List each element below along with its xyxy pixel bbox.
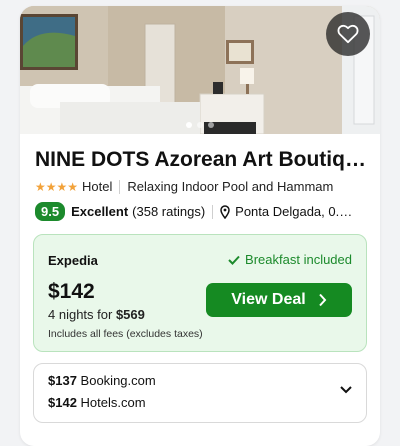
total-price: $569 — [115, 307, 145, 322]
heart-icon — [337, 24, 359, 44]
deal-price: $142 — [48, 280, 95, 303]
location-pin-icon — [220, 204, 230, 219]
hotel-type: Hotel — [82, 179, 113, 194]
nights-text: 4 nights for — [48, 307, 113, 322]
hotel-feature: Relaxing Indoor Pool and Hammam — [127, 179, 334, 194]
offer-provider: Booking.com — [80, 373, 156, 388]
view-deal-button[interactable]: View Deal — [206, 283, 352, 317]
offer-price: $137 — [48, 373, 77, 388]
hotel-name[interactable]: NINE DOTS Azorean Art Boutique Hotel — [35, 148, 370, 172]
chevron-right-icon — [318, 293, 327, 307]
rating-count: (358 ratings) — [132, 204, 206, 219]
deal-provider: Expedia — [48, 253, 98, 268]
hotel-meta: ★★★★ Hotel Relaxing Indoor Pool and Hamm… — [35, 179, 333, 194]
checkmark-icon — [228, 255, 240, 265]
room-image — [20, 6, 380, 134]
offer-provider: Hotels.com — [80, 395, 146, 410]
photo-pagination — [20, 122, 380, 128]
pagination-dot[interactable] — [186, 122, 192, 128]
offer-price: $142 — [48, 395, 77, 410]
perk-text: Breakfast included — [245, 252, 352, 267]
perk-badge: Breakfast included — [228, 252, 352, 267]
pagination-dot[interactable] — [208, 122, 214, 128]
divider — [212, 204, 214, 219]
offer-row[interactable]: $137 Booking.com — [48, 373, 156, 388]
nights-summary: 4 nights for $569 — [48, 307, 145, 322]
rating-row: 9.5 Excellent (358 ratings) Ponta Delgad… — [35, 202, 353, 221]
score-badge: 9.5 — [35, 202, 66, 221]
location: Ponta Delgada, 0.4 mi — [220, 204, 353, 219]
location-text: Ponta Delgada, 0.4 mi — [235, 204, 354, 219]
star-rating: ★★★★ — [35, 179, 79, 194]
divider — [119, 179, 121, 194]
featured-deal[interactable]: Expedia Breakfast included $142 4 nights… — [33, 234, 367, 352]
fees-note: Includes all fees (excludes taxes) — [48, 328, 203, 340]
view-deal-label: View Deal — [231, 291, 306, 308]
hotel-photo[interactable] — [20, 6, 380, 134]
offer-row[interactable]: $142 Hotels.com — [48, 395, 146, 410]
rating-label: Excellent — [71, 204, 129, 219]
chevron-down-icon[interactable] — [340, 386, 352, 394]
favorite-button[interactable] — [326, 12, 370, 56]
other-offers[interactable]: $137 Booking.com $142 Hotels.com — [33, 363, 367, 423]
pagination-dot[interactable] — [197, 122, 203, 128]
hotel-card[interactable]: NINE DOTS Azorean Art Boutique Hotel ★★★… — [20, 6, 380, 446]
